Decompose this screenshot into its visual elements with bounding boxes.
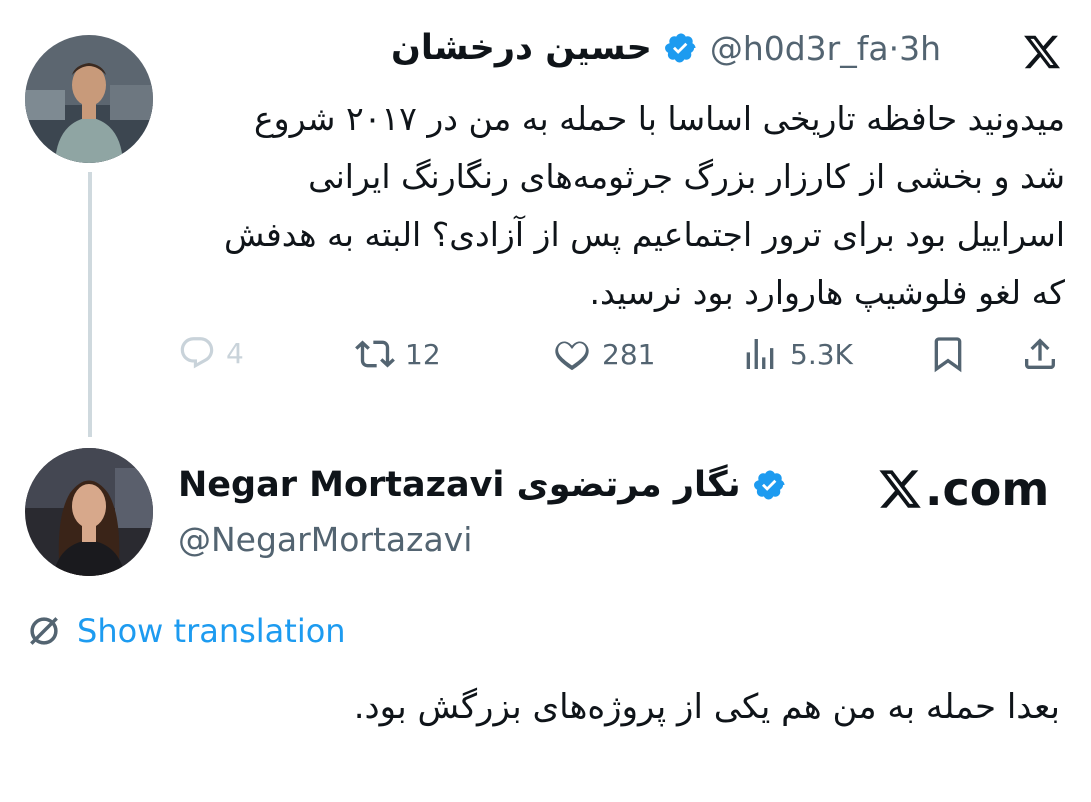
tweet2-text: بعدا حمله به من هم یکی از پروژه‌های بزرگ… <box>353 687 1060 727</box>
watermark-text: .com <box>925 462 1050 516</box>
tweet1-handle-time[interactable]: @h0d3r_fa·3h <box>710 29 941 68</box>
heart-icon <box>555 341 589 371</box>
share-icon <box>1025 338 1055 369</box>
like-button[interactable]: 281 <box>552 334 655 374</box>
like-count: 281 <box>602 337 656 371</box>
views-count: 5.3K <box>790 337 853 371</box>
reply-button[interactable]: 4 <box>178 334 244 372</box>
retweet-button[interactable]: 12 <box>355 334 441 374</box>
show-translation-link[interactable]: Show translation <box>25 612 346 650</box>
bookmark-icon <box>934 337 962 373</box>
x-com-watermark: .com <box>877 462 1049 516</box>
x-logo-icon[interactable] <box>1022 32 1062 72</box>
verified-badge-icon <box>664 31 698 65</box>
verified-badge-icon <box>753 468 787 502</box>
retweet-count: 12 <box>405 337 441 371</box>
tweet1-display-name[interactable]: حسین درخشان <box>391 28 652 68</box>
tweet2-handle[interactable]: @NegarMortazavi <box>178 520 472 559</box>
reply-icon <box>180 337 214 369</box>
show-translation-label: Show translation <box>77 612 346 650</box>
reply-count: 4 <box>226 336 244 370</box>
retweet-icon <box>355 340 395 368</box>
avatar-hossein[interactable] <box>25 35 153 163</box>
bookmark-button[interactable] <box>928 334 968 378</box>
tweet1-header: حسین درخشان @h0d3r_fa·3h <box>391 28 941 68</box>
tweet2-header: Negar Mortazavi نگار مرتضوی <box>178 465 787 505</box>
tweet1-text: میدونید حافظه تاریخی اساسا با حمله به من… <box>223 99 1065 312</box>
views-button[interactable]: 5.3K <box>740 334 853 374</box>
share-button[interactable] <box>1020 334 1060 378</box>
translate-icon <box>30 617 58 645</box>
views-icon <box>746 339 774 369</box>
avatar-negar[interactable] <box>25 448 153 576</box>
thread-connector-line <box>88 172 92 437</box>
tweet2-display-name[interactable]: Negar Mortazavi نگار مرتضوی <box>178 465 741 505</box>
x-logo-icon <box>879 470 921 508</box>
